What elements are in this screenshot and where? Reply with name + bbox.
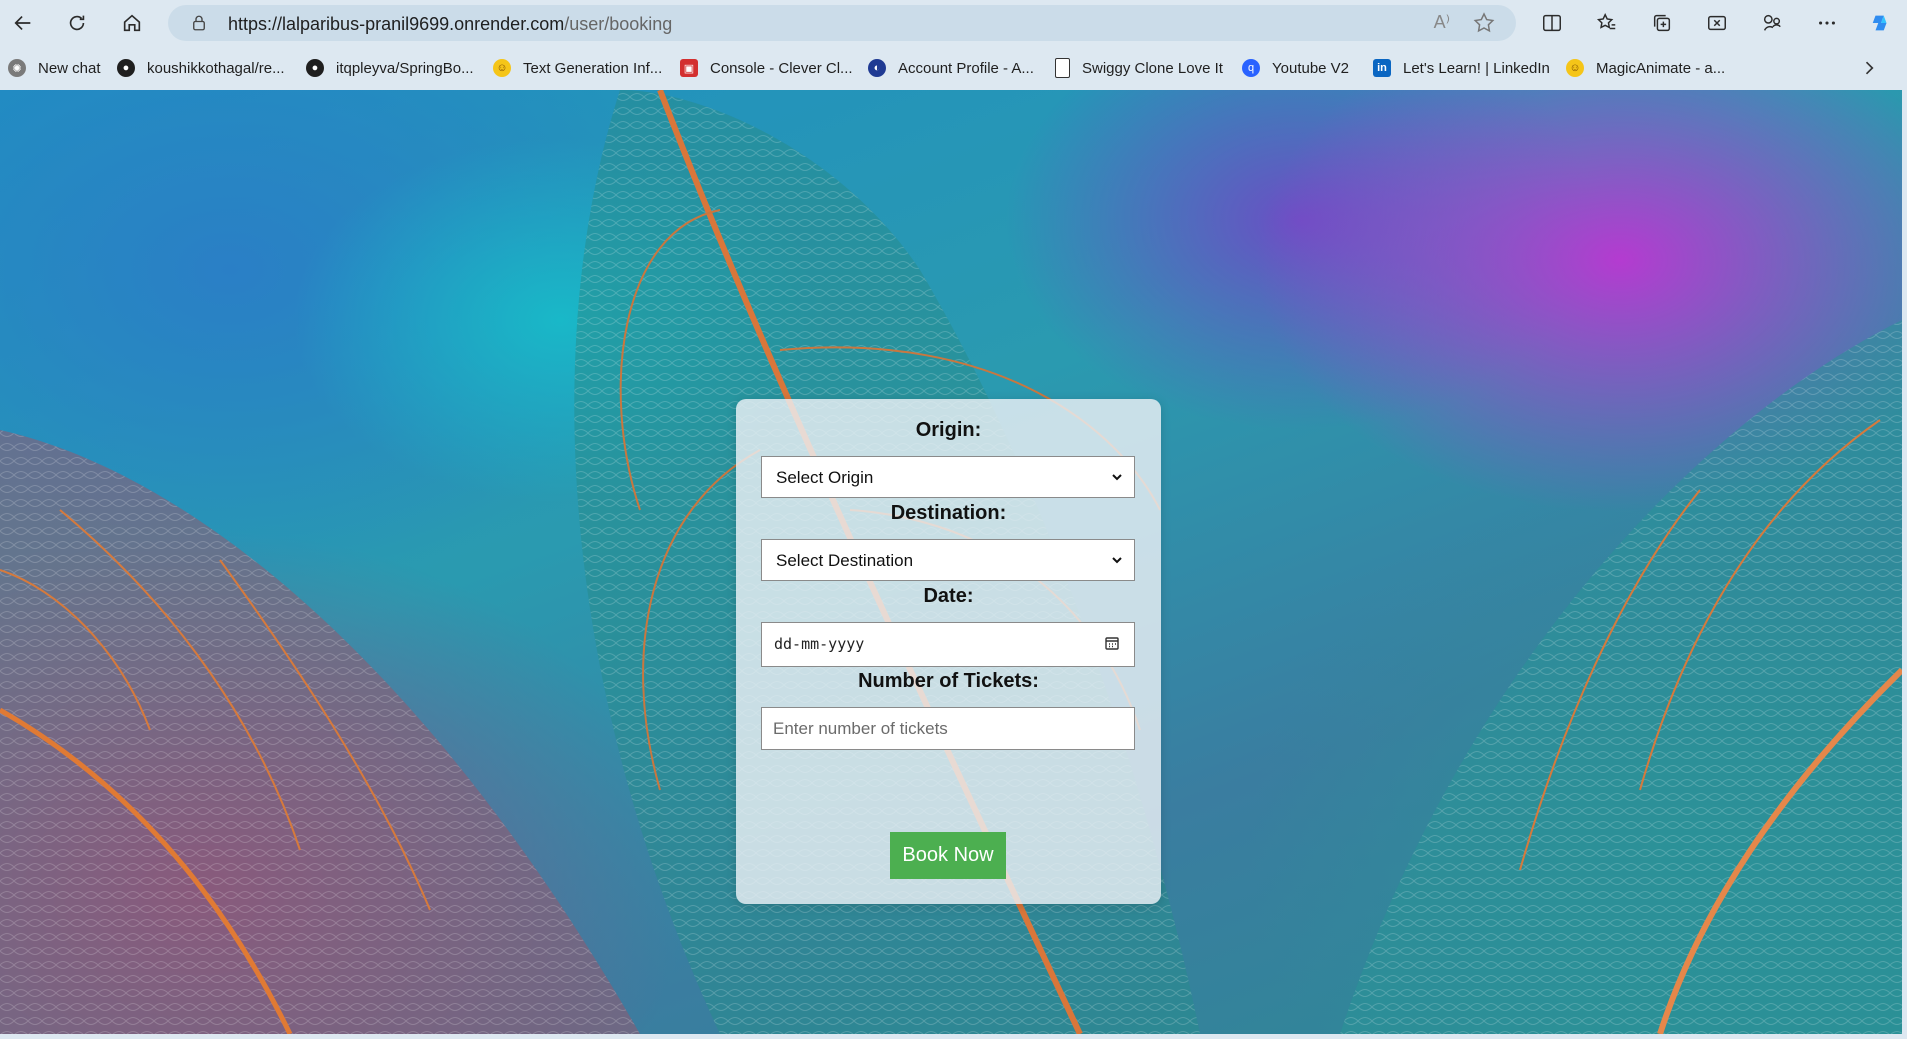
- bookmark-item[interactable]: ▣ Console - Clever Cl...: [680, 57, 853, 79]
- destination-label: Destination:: [890, 502, 1007, 524]
- copilot-button[interactable]: [1866, 8, 1896, 38]
- copilot-icon: [1872, 15, 1887, 31]
- bookmark-label: itqpleyva/SpringBo...: [336, 59, 474, 77]
- calendar-icon[interactable]: [1104, 635, 1120, 651]
- favorites-list-icon: [1596, 13, 1616, 30]
- extensions-icon: [1763, 14, 1781, 31]
- window-edge: [1902, 90, 1907, 1039]
- refresh-button[interactable]: [62, 8, 92, 38]
- split-screen-button[interactable]: [1537, 8, 1567, 38]
- hugging-face-icon: ☺: [493, 59, 511, 77]
- tickets-label: Number of Tickets:: [858, 670, 1039, 692]
- bookmark-item[interactable]: ● itqpleyva/SpringBo...: [306, 57, 474, 79]
- extensions-button[interactable]: [1757, 8, 1787, 38]
- date-input[interactable]: dd-mm-yyyy: [761, 622, 1135, 667]
- q-logo-icon: q: [1242, 59, 1260, 77]
- browser-toolbar: https://lalparibus-pranil9699.onrender.c…: [0, 0, 1907, 46]
- bookmark-item[interactable]: ✺ New chat: [8, 57, 101, 79]
- refresh-icon: [69, 15, 85, 31]
- favorites-button[interactable]: [1592, 8, 1622, 38]
- split-screen-icon: [1543, 14, 1561, 32]
- collections-icon: [1653, 14, 1671, 32]
- screenshot-button[interactable]: [1702, 8, 1732, 38]
- date-label: Date:: [923, 585, 974, 607]
- favorite-star-icon[interactable]: [1472, 11, 1496, 35]
- bookmark-item[interactable]: ◐ Account Profile - A...: [868, 57, 1034, 79]
- bookmark-label: Let's Learn! | LinkedIn: [1403, 59, 1550, 77]
- bookmark-item[interactable]: ● koushikkothagal/re...: [117, 57, 285, 79]
- bookmark-label: Account Profile - A...: [898, 59, 1034, 77]
- bookmark-item[interactable]: ☺ MagicAnimate - a...: [1566, 57, 1725, 79]
- chevron-right-icon[interactable]: [1859, 58, 1879, 78]
- back-arrow-icon: [14, 15, 31, 31]
- bookmark-item[interactable]: Swiggy Clone Love It: [1055, 57, 1223, 79]
- openai-icon: ✺: [8, 59, 26, 77]
- page-icon: [1055, 58, 1070, 78]
- origin-selected-value: Select Origin: [776, 468, 874, 487]
- bookmark-label: Youtube V2: [1272, 59, 1350, 77]
- linkedin-icon: in: [1373, 59, 1391, 77]
- home-icon: [123, 14, 141, 32]
- bookmarks-bar: ✺ New chat ● koushikkothagal/re... ● itq…: [0, 46, 1907, 90]
- more-dots-icon: [1819, 21, 1835, 25]
- bookmark-label: Swiggy Clone Love It: [1082, 59, 1223, 77]
- bookmark-label: Console - Clever Cl...: [710, 59, 853, 77]
- bookmark-label: MagicAnimate - a...: [1596, 59, 1726, 77]
- collections-button[interactable]: [1647, 8, 1677, 38]
- tickets-placeholder: Enter number of tickets: [773, 719, 948, 738]
- book-now-button[interactable]: Book Now: [890, 832, 1006, 879]
- origin-select[interactable]: Select Origin: [761, 456, 1135, 498]
- booking-form-card: Origin: Select Origin Destination: Selec…: [736, 399, 1161, 904]
- clever-cloud-icon: ▣: [680, 59, 698, 77]
- tickets-input[interactable]: Enter number of tickets: [761, 707, 1135, 750]
- screenshot-icon: [1708, 15, 1726, 31]
- bookmark-label: koushikkothagal/re...: [147, 59, 285, 77]
- page-background: Origin: Select Origin Destination: Selec…: [0, 90, 1902, 1034]
- read-aloud-icon[interactable]: A⁾: [1434, 12, 1450, 33]
- github-icon: ●: [117, 59, 135, 77]
- window-edge: [0, 1034, 1907, 1039]
- profile-icon: ◐: [868, 59, 886, 77]
- back-button[interactable]: [8, 8, 38, 38]
- chevron-down-icon: [1112, 474, 1122, 481]
- bookmark-label: Text Generation Inf...: [523, 59, 663, 77]
- date-placeholder: dd-mm-yyyy: [774, 635, 865, 653]
- address-bar[interactable]: https://lalparibus-pranil9699.onrender.c…: [168, 5, 1516, 41]
- bookmark-item[interactable]: in Let's Learn! | LinkedIn: [1373, 57, 1550, 79]
- bookmark-item[interactable]: ☺ Text Generation Inf...: [493, 57, 662, 79]
- destination-select[interactable]: Select Destination: [761, 539, 1135, 581]
- bookmark-item[interactable]: q Youtube V2: [1242, 57, 1349, 79]
- lock-icon: [193, 15, 205, 31]
- chevron-down-icon: [1112, 557, 1122, 564]
- home-button[interactable]: [117, 8, 147, 38]
- bookmark-label: New chat: [38, 59, 101, 77]
- url-text: https://lalparibus-pranil9699.onrender.c…: [228, 14, 673, 34]
- hugging-face-icon: ☺: [1566, 59, 1584, 77]
- more-menu-button[interactable]: [1812, 8, 1842, 38]
- origin-label: Origin:: [915, 419, 982, 441]
- github-icon: ●: [306, 59, 324, 77]
- destination-selected-value: Select Destination: [776, 551, 914, 570]
